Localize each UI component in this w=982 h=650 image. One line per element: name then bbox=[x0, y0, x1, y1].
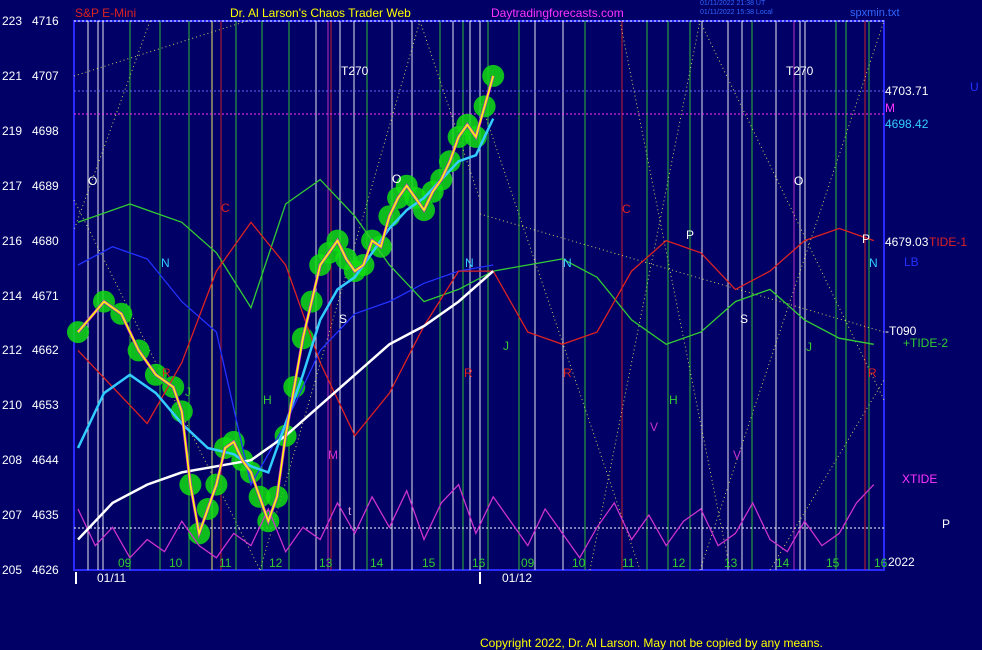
timing-marker: M bbox=[328, 448, 338, 462]
y-tick-left: 205 bbox=[2, 563, 23, 577]
timing-marker: J bbox=[806, 340, 812, 354]
timing-marker: t bbox=[348, 504, 352, 518]
timing-marker: C bbox=[221, 201, 230, 215]
x-tick-day2: 11 bbox=[622, 556, 635, 570]
y-tick-left: 210 bbox=[2, 398, 23, 413]
diagonal-guide bbox=[73, 20, 151, 231]
level-top-label: 4703.71 bbox=[885, 84, 929, 98]
x-tick-day2: 14 bbox=[776, 556, 790, 570]
timing-marker: P bbox=[686, 228, 695, 242]
tide1-label: TIDE-1 bbox=[929, 235, 968, 249]
y-tick-left: 214 bbox=[2, 288, 23, 303]
timing-marker: H bbox=[263, 393, 272, 407]
timing-marker: S bbox=[740, 312, 749, 326]
chart-canvas bbox=[67, 19, 885, 584]
y-tick-left: 208 bbox=[2, 453, 23, 468]
diagonal-guide bbox=[479, 213, 885, 333]
y-tick-price: 4662 bbox=[32, 343, 59, 358]
x-tick-day1: 12 bbox=[269, 556, 283, 570]
timing-marker: T270 bbox=[341, 64, 369, 78]
year-label: 2022 bbox=[888, 555, 915, 569]
y-tick-left: 223 bbox=[2, 14, 23, 28]
copyright: Copyright 2022, Dr. Al Larson. May not b… bbox=[480, 636, 823, 650]
level-low-label: 4679.03 bbox=[885, 235, 929, 249]
y-tick-price: 4626 bbox=[32, 563, 59, 577]
x-tick-day2: 10 bbox=[572, 556, 586, 570]
x-tick-day1: 15 bbox=[422, 556, 436, 570]
timing-marker: R bbox=[563, 366, 572, 380]
timing-marker: J bbox=[185, 385, 191, 399]
y-tick-price: 4671 bbox=[32, 288, 59, 303]
y-tick-left: 212 bbox=[2, 343, 23, 358]
y-tick-price: 4635 bbox=[32, 508, 59, 523]
y-tick-price: 4653 bbox=[32, 398, 59, 413]
lb-label: LB bbox=[904, 255, 919, 269]
x-tick-day2: 16 bbox=[874, 556, 888, 570]
timing-marker: H bbox=[669, 393, 678, 407]
series-line-price bbox=[77, 75, 494, 537]
x-tick-day2: 12 bbox=[672, 556, 686, 570]
timing-marker: O bbox=[392, 172, 402, 186]
x-tick-day2: 09 bbox=[521, 556, 535, 570]
y-tick-left: 217 bbox=[2, 178, 23, 193]
price-range-line bbox=[76, 75, 495, 540]
corner-u-label: U bbox=[970, 80, 979, 94]
series-line-ema bbox=[76, 118, 495, 474]
y-tick-price: 4716 bbox=[32, 14, 59, 28]
diagonal-guide bbox=[619, 20, 731, 571]
y-tick-price: 4707 bbox=[32, 68, 59, 83]
series-line-lb bbox=[77, 245, 494, 487]
x-tick-day1: 11 bbox=[219, 556, 232, 570]
timing-marker: R bbox=[464, 366, 473, 380]
x-tick-day2: 15 bbox=[826, 556, 840, 570]
y-tick-left: 221 bbox=[2, 68, 23, 83]
timing-marker: N bbox=[563, 256, 572, 270]
x-date-label: 01/12 bbox=[502, 571, 533, 585]
timing-marker: R bbox=[162, 366, 171, 380]
y-tick-price: 4644 bbox=[32, 453, 59, 468]
timing-marker: J bbox=[503, 339, 509, 353]
tide2-label: +TIDE-2 bbox=[903, 336, 949, 350]
timing-marker: V bbox=[733, 448, 742, 462]
x-date-label: 01/11 bbox=[97, 571, 127, 585]
y-tick-price: 4689 bbox=[32, 178, 59, 193]
level-mid-label: 4698.42 bbox=[885, 117, 929, 131]
data-file: spxmin.txt bbox=[850, 7, 900, 19]
y-tick-price: 4698 bbox=[32, 123, 59, 138]
x-tick-day1: 13 bbox=[319, 556, 333, 570]
x-tick-day2: 13 bbox=[724, 556, 738, 570]
timing-marker: N bbox=[465, 256, 474, 270]
y-tick-left: 216 bbox=[2, 233, 23, 248]
diagonal-guide bbox=[73, 19, 251, 77]
p-right-label: P bbox=[942, 517, 951, 531]
timestamp-ut: 01/11/2022 21:38 UT bbox=[700, 0, 766, 7]
x-tick-day1: 09 bbox=[118, 556, 132, 570]
y-tick-price: 4680 bbox=[32, 233, 59, 248]
x-tick-day1: 14 bbox=[370, 556, 384, 570]
diagonal-guide bbox=[589, 20, 701, 571]
y-tick-left: 207 bbox=[2, 508, 23, 523]
instrument-title: S&P E-Mini bbox=[75, 6, 137, 20]
timing-marker: O bbox=[88, 174, 98, 188]
y-tick-left: 219 bbox=[2, 123, 23, 138]
xtide-label: XTIDE bbox=[902, 472, 938, 486]
site-title: Dr. Al Larson's Chaos Trader Web bbox=[230, 6, 411, 20]
series-line-tide-1 bbox=[77, 221, 875, 438]
timing-marker: V bbox=[650, 420, 659, 434]
timing-marker: N bbox=[869, 256, 878, 270]
x-tick-day1: 10 bbox=[169, 556, 183, 570]
timing-marker: O bbox=[794, 174, 804, 188]
timing-marker: R bbox=[868, 366, 877, 380]
x-tick-day1: 16 bbox=[472, 556, 486, 570]
timing-marker: P bbox=[862, 232, 871, 246]
timing-marker: N bbox=[161, 256, 170, 270]
timestamp-local: 01/11/2022 15:38 Local bbox=[700, 9, 773, 16]
timing-marker: T270 bbox=[786, 64, 814, 78]
site-url[interactable]: Daytradingforecasts.com bbox=[491, 6, 624, 20]
m-label: M bbox=[885, 101, 895, 115]
timing-marker: C bbox=[622, 202, 631, 216]
diagonal-guide bbox=[479, 99, 641, 571]
timing-marker: S bbox=[339, 312, 348, 326]
